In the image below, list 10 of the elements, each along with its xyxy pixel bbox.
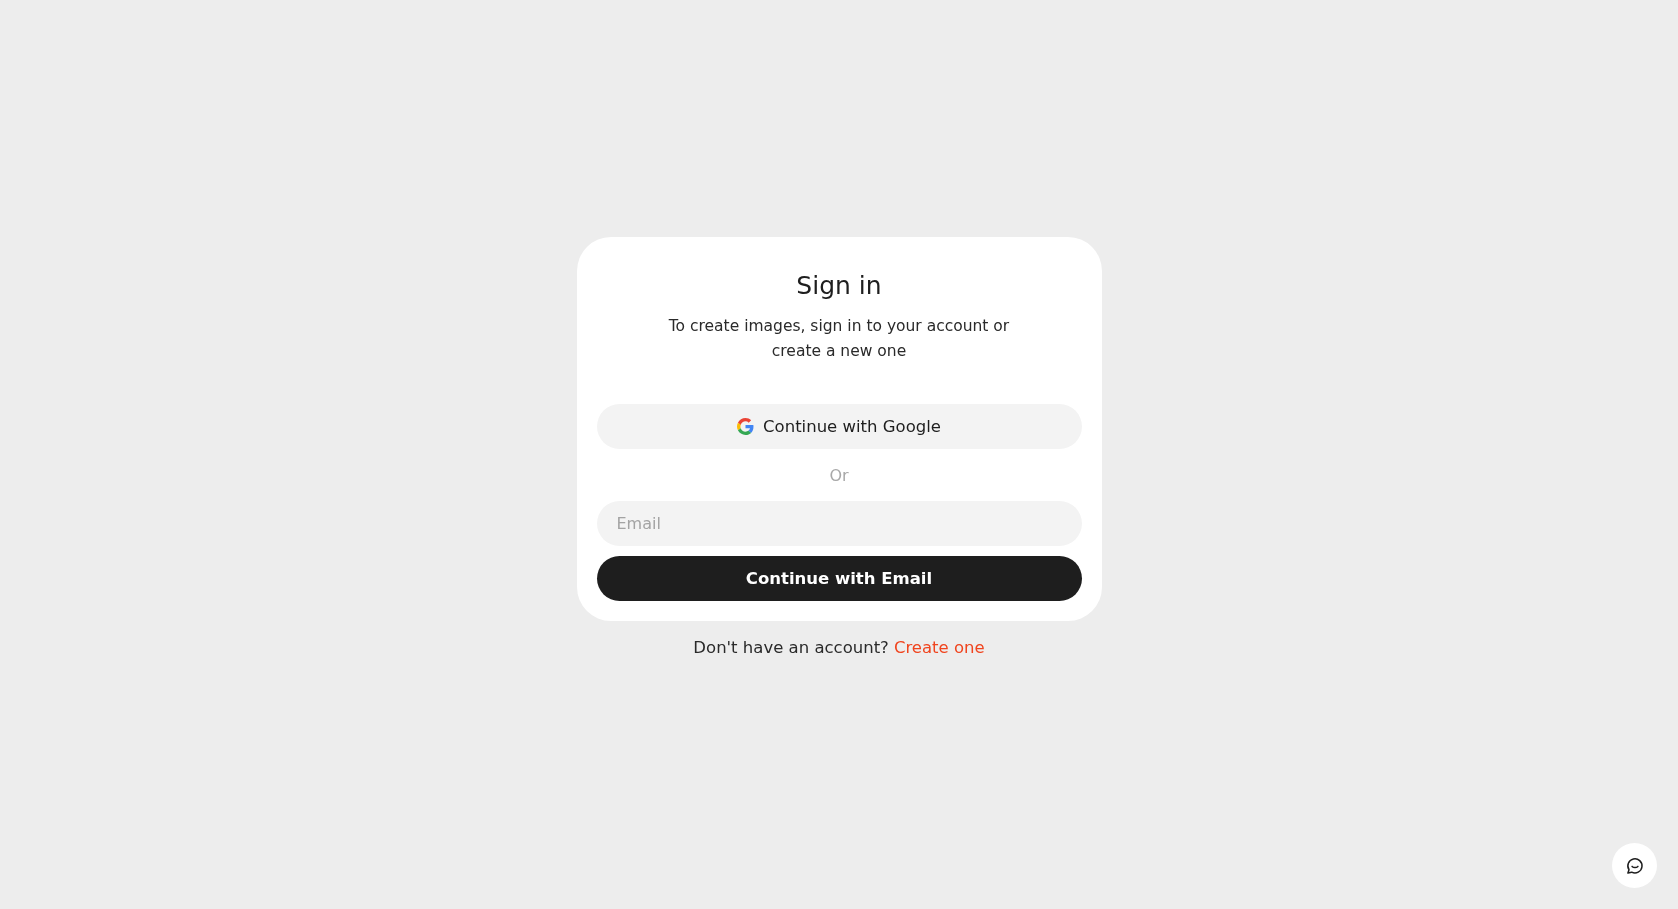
chat-button[interactable] xyxy=(1612,843,1657,888)
sign-in-description: To create images, sign in to your account or create a new one xyxy=(667,316,1011,362)
email-sign-in-button[interactable]: Continue with Email xyxy=(596,556,1082,601)
no-account-text: Don't have an account? xyxy=(693,638,889,657)
sign-in-title: Sign in xyxy=(796,271,882,300)
email-input-field[interactable]: Email xyxy=(596,501,1082,546)
chat-bubble-icon xyxy=(1624,855,1645,876)
google-sign-in-button[interactable]: Continue with Google xyxy=(596,404,1082,449)
or-divider-text: Or xyxy=(829,466,849,485)
google-g-icon xyxy=(737,418,755,435)
